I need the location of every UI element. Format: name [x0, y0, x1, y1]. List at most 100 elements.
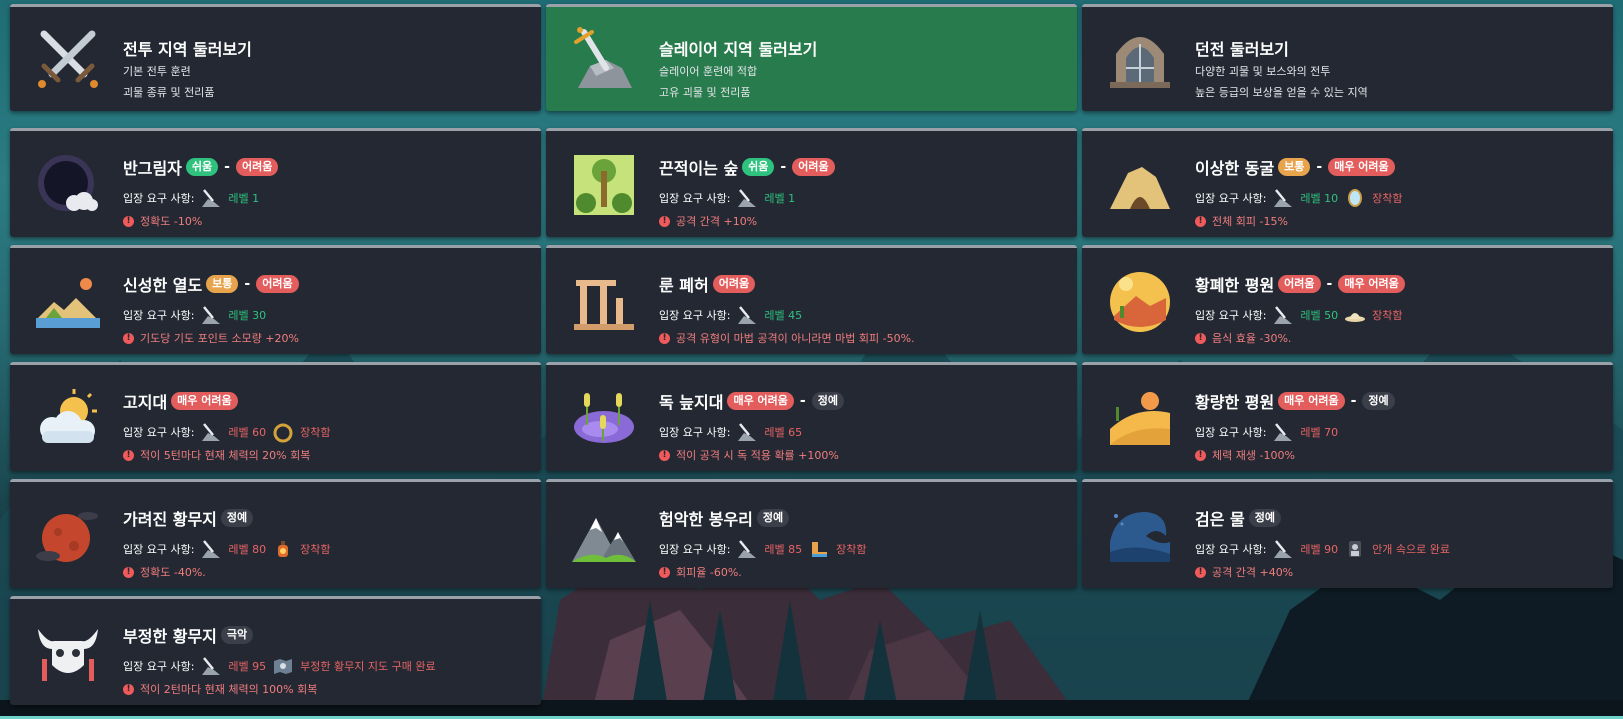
desert-hat-icon — [1345, 313, 1366, 322]
zone-effect: ! 적이 2턴마다 현재 체력의 100% 회복 — [123, 681, 317, 697]
zone-rune-ruins[interactable]: 룬 폐허 어려움 입장 요구 사항: 레벨 45 ! 공격 유형이 마법 공격이… — [546, 245, 1077, 354]
required-level: 레벨 65 — [764, 426, 803, 439]
zone-strange-cave[interactable]: 이상한 동굴 보통 - 매우 어려움 입장 요구 사항: 레벨 10 장착함 !… — [1082, 128, 1613, 237]
required-level: 레벨 85 — [764, 543, 803, 556]
equip-requirement: 부정한 황무지 지도 구매 완료 — [300, 660, 436, 673]
effect-text: 체력 재생 -100% — [1212, 449, 1295, 462]
card-desc-1: 기본 전투 훈련 — [123, 65, 191, 78]
zone-dark-waters[interactable]: 검은 물 정예 입장 요구 사항: 레벨 90 안개 속으로 완료 ! 공격 간… — [1082, 479, 1613, 588]
zone-effect: ! 정확도 -40%. — [123, 564, 206, 580]
combat-level-icon — [738, 189, 757, 207]
effect-text: 적이 2턴마다 현재 체력의 100% 회복 — [140, 683, 318, 696]
zone-name: 신성한 열도 — [123, 276, 203, 295]
zone-holy-isles[interactable]: 신성한 열도 보통 - 어려움 입장 요구 사항: 레벨 30 ! 기도당 기도… — [10, 245, 541, 354]
card-desc-2: 괴물 종류 및 전리품 — [123, 86, 215, 99]
card-desc-2: 고유 괴물 및 전리품 — [659, 86, 751, 99]
zone-effect: ! 기도당 기도 포인트 소모량 +20% — [123, 330, 299, 346]
desert-planes-icon — [1110, 272, 1170, 332]
req-label: 입장 요구 사항: — [123, 426, 195, 439]
effect-text: 적이 5턴마다 현재 체력의 20% 회복 — [140, 449, 311, 462]
holy-isles-icon — [36, 278, 100, 328]
difficulty-badge: 정예 — [756, 509, 790, 527]
red-planet-icon — [36, 512, 98, 562]
zone-barren-planes[interactable]: 황폐한 평원 어려움 - 매우 어려움 입장 요구 사항: 레벨 50 장착함 … — [1082, 245, 1613, 354]
zone-name: 험악한 봉우리 — [659, 510, 753, 529]
zone-poison-swamp[interactable]: 독 늪지대 매우 어려움 - 정예 입장 요구 사항: 레벨 65 ! 적이 공… — [546, 362, 1077, 471]
entry-requirements: 입장 요구 사항: 레벨 1 — [659, 187, 795, 209]
entry-requirements: 입장 요구 사항: 레벨 50 장착함 — [1195, 304, 1403, 326]
zone-penumbra[interactable]: 반그림자 쉬움 - 어려움 입장 요구 사항: 레벨 1 ! 정확도 -10% — [10, 128, 541, 237]
equip-requirement: 장착함 — [1372, 309, 1403, 322]
zone-title: 고지대 매우 어려움 — [123, 389, 238, 413]
required-level: 레벨 90 — [1300, 543, 1339, 556]
dungeon-door-icon — [1110, 37, 1170, 88]
separator: - — [1316, 159, 1323, 175]
warning-icon: ! — [1195, 449, 1206, 461]
separator: - — [1326, 276, 1333, 292]
combat-level-icon — [202, 657, 221, 675]
zone-sticky-forest[interactable]: 끈적이는 숲 쉬움 - 어려움 입장 요구 사항: 레벨 1 ! 공격 간격 +… — [546, 128, 1077, 237]
dungeon-completion-icon — [1349, 541, 1362, 557]
zone-high-lands[interactable]: 고지대 매우 어려움 입장 요구 사항: 레벨 60 장착함 ! 적이 5턴마다… — [10, 362, 541, 471]
equip-requirement: 장착함 — [300, 426, 331, 439]
equip-requirement: 장착함 — [300, 543, 331, 556]
warning-icon: ! — [659, 215, 670, 227]
zone-effect: ! 적이 공격 시 독 적용 확률 +100% — [659, 447, 839, 463]
entry-requirements: 입장 요구 사항: 레벨 60 장착함 — [123, 421, 331, 443]
warning-icon: ! — [659, 449, 670, 461]
dungeons-card[interactable]: 던전 둘러보기 다양한 괴물 및 보스와의 전투 높은 등급의 보상을 얻을 수… — [1082, 4, 1613, 111]
zone-perilous-peaks[interactable]: 험악한 봉우리 정예 입장 요구 사항: 레벨 85 장착함 ! 회피율 -60… — [546, 479, 1077, 588]
req-label: 입장 요구 사항: — [1195, 192, 1267, 205]
zone-name: 가려진 황무지 — [123, 510, 217, 529]
warning-icon: ! — [123, 683, 134, 695]
warning-icon: ! — [1195, 215, 1206, 227]
warning-icon: ! — [123, 449, 134, 461]
warning-icon: ! — [1195, 566, 1206, 578]
zone-name: 이상한 동굴 — [1195, 159, 1275, 178]
warning-icon: ! — [1195, 332, 1206, 344]
combat-areas-card[interactable]: 전투 지역 둘러보기 기본 전투 훈련 괴물 종류 및 전리품 — [10, 4, 541, 111]
zone-unholy-badlands[interactable]: 부정한 황무지 극악 입장 요구 사항: 레벨 95 부정한 황무지 지도 구매… — [10, 596, 541, 705]
required-level: 레벨 30 — [228, 309, 267, 322]
zone-name: 황량한 평원 — [1195, 393, 1275, 412]
difficulty-badge: 쉬움 — [185, 158, 219, 176]
zone-name: 부정한 황무지 — [123, 627, 217, 646]
cow-skull-icon — [38, 629, 98, 681]
ruins-icon — [574, 280, 634, 330]
difficulty-badge: 어려움 — [256, 275, 299, 293]
difficulty-badge: 쉬움 — [742, 158, 775, 176]
climbing-boots-icon — [812, 542, 828, 557]
effect-text: 공격 유형이 마법 공격이 아니라면 마법 회피 -50%. — [676, 332, 915, 345]
crossed-swords-icon — [38, 30, 98, 88]
required-level: 레벨 1 — [764, 192, 796, 205]
effect-text: 공격 간격 +10% — [676, 215, 758, 228]
required-level: 레벨 70 — [1300, 426, 1339, 439]
required-level: 레벨 45 — [764, 309, 803, 322]
combat-level-icon — [202, 306, 221, 324]
difficulty-badge: 어려움 — [792, 158, 835, 176]
entry-requirements: 입장 요구 사항: 레벨 45 — [659, 304, 802, 326]
card-title: 슬레이어 지역 둘러보기 — [659, 40, 818, 59]
dark-orb-icon — [38, 155, 98, 211]
entry-requirements: 입장 요구 사항: 레벨 70 — [1195, 421, 1338, 443]
req-label: 입장 요구 사항: — [1195, 309, 1267, 322]
separator: - — [780, 159, 787, 175]
req-label: 입장 요구 사항: — [659, 426, 731, 439]
zone-arid-plains[interactable]: 황량한 평원 매우 어려움 - 정예 입장 요구 사항: 레벨 70 ! 체력 … — [1082, 362, 1613, 471]
slayer-areas-card[interactable]: 슬레이어 지역 둘러보기 슬레이어 훈련에 적합 고유 괴물 및 전리품 — [546, 4, 1077, 111]
arid-dunes-icon — [1110, 392, 1170, 445]
zone-name: 룬 폐허 — [659, 276, 709, 295]
separator: - — [244, 276, 251, 292]
zone-effect: ! 공격 유형이 마법 공격이 아니라면 마법 회피 -50%. — [659, 330, 915, 346]
entry-requirements: 입장 요구 사항: 레벨 10 장착함 — [1195, 187, 1403, 209]
zone-shrouded-badlands[interactable]: 가려진 황무지 정예 입장 요구 사항: 레벨 80 장착함 ! 정확도 -40… — [10, 479, 541, 588]
difficulty-badge: 보통 — [206, 275, 239, 293]
warning-icon: ! — [659, 332, 670, 344]
zone-title: 반그림자 쉬움 - 어려움 — [123, 155, 279, 179]
entry-requirements: 입장 요구 사항: 레벨 80 장착함 — [123, 538, 331, 560]
zone-effect: ! 공격 간격 +10% — [659, 213, 757, 229]
sword-in-stone-icon — [574, 27, 632, 88]
difficulty-badge: 어려움 — [235, 158, 279, 176]
warning-icon: ! — [659, 566, 670, 578]
zone-effect: ! 전체 회피 -15% — [1195, 213, 1288, 229]
